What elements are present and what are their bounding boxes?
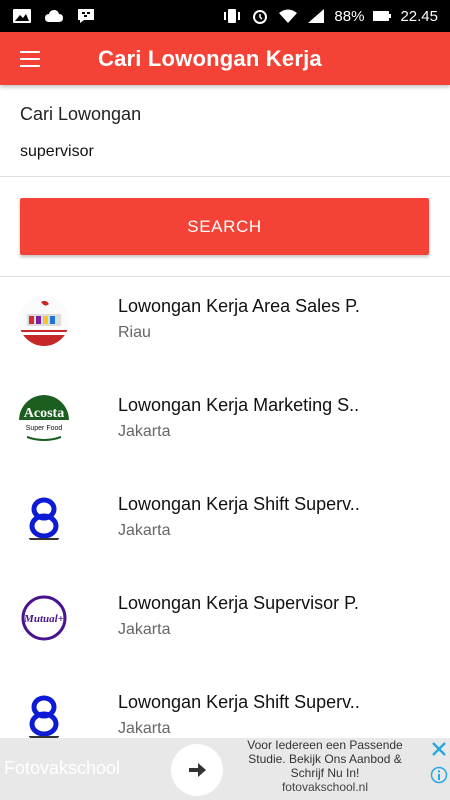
page-title: Cari Lowongan Kerja xyxy=(98,45,322,71)
signal-icon xyxy=(306,8,326,24)
job-location: Jakarta xyxy=(118,621,171,638)
status-bar-system: 88% 22.45 xyxy=(222,8,450,25)
wifi-icon xyxy=(278,8,298,24)
list-item[interactable]: Lowongan Kerja Shift Superv.. Jakarta xyxy=(0,475,450,574)
list-item[interactable]: Mutual+ Lowongan Kerja Supervisor P. Jak… xyxy=(0,574,450,673)
list-item[interactable]: Lowongan Kerja Area Sales P. Riau xyxy=(0,277,450,376)
company-logo xyxy=(19,296,69,346)
mutual-logo-text: Mutual+ xyxy=(23,613,64,625)
search-input[interactable] xyxy=(20,138,430,166)
search-button[interactable]: SEARCH xyxy=(20,198,429,255)
clock: 22.45 xyxy=(400,7,438,25)
status-bar-notifications xyxy=(0,8,96,24)
divider xyxy=(0,176,450,177)
job-location: Jakarta xyxy=(118,720,171,737)
ad-info-button[interactable] xyxy=(430,766,448,784)
mutual-logo: Mutual+ xyxy=(19,593,69,643)
hamburger-icon xyxy=(20,50,40,67)
alarm-icon xyxy=(250,8,270,24)
ad-open-button[interactable] xyxy=(171,744,223,796)
gallery-icon xyxy=(12,8,32,24)
list-item[interactable]: Acosta Super Food Lowongan Kerja Marketi… xyxy=(0,376,450,475)
job-title: Lowongan Kerja Shift Superv.. xyxy=(118,494,360,514)
ad-text-block: Voor Iedereen een Passende Studie. Bekij… xyxy=(236,738,414,794)
status-bar: 88% 22.45 xyxy=(0,0,450,32)
close-icon xyxy=(432,742,446,756)
bbm-icon xyxy=(76,8,96,24)
job-title: Lowongan Kerja Area Sales P. xyxy=(118,296,360,316)
job-location: Riau xyxy=(118,324,151,341)
info-icon xyxy=(430,766,448,784)
search-label: Cari Lowongan xyxy=(20,104,142,124)
job-title: Lowongan Kerja Shift Superv.. xyxy=(118,692,360,712)
acosta-logo: Acosta Super Food xyxy=(19,395,69,445)
ad-brand: Fotovakschool xyxy=(4,758,121,778)
job-results-list: Lowongan Kerja Area Sales P. Riau Acosta… xyxy=(0,277,450,772)
eight-logo xyxy=(19,494,69,544)
menu-button[interactable] xyxy=(0,32,60,85)
ad-text: Voor Iedereen een Passende Studie. Bekij… xyxy=(247,738,403,780)
job-location: Jakarta xyxy=(118,423,171,440)
battery-icon xyxy=(372,8,392,24)
eight-logo xyxy=(19,692,69,742)
cloud-icon xyxy=(44,8,64,24)
job-location: Jakarta xyxy=(118,522,171,539)
ad-banner[interactable]: Fotovakschool Voor Iedereen een Passende… xyxy=(0,738,450,800)
vibrate-icon xyxy=(222,8,242,24)
battery-level: 88% xyxy=(334,7,365,25)
ad-url: fotovakschool.nl xyxy=(281,780,369,794)
acosta-logo-subtext: Super Food xyxy=(26,425,63,432)
arrow-right-icon xyxy=(189,763,206,777)
ad-close-button[interactable] xyxy=(430,740,448,758)
job-title: Lowongan Kerja Marketing S.. xyxy=(118,395,360,415)
job-title: Lowongan Kerja Supervisor P. xyxy=(118,593,359,613)
acosta-logo-text: Acosta xyxy=(24,406,64,421)
app-bar: Cari Lowongan Kerja xyxy=(0,32,450,85)
